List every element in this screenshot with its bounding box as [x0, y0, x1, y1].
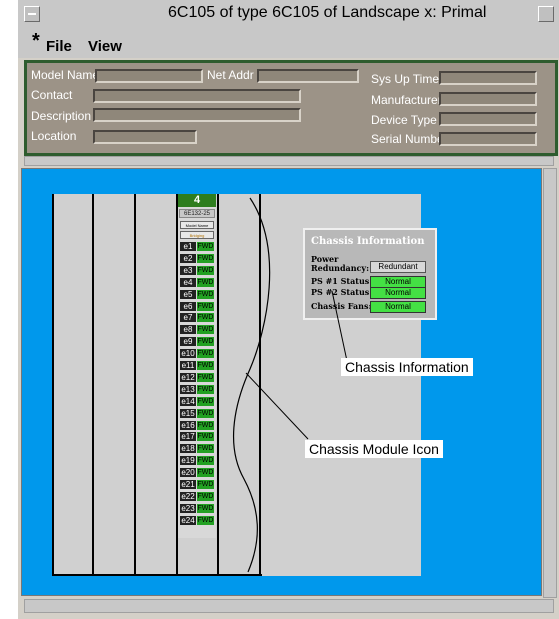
- device-info-panel: Model Name Net Addr Sys Up Time Contact …: [24, 60, 558, 156]
- sys-up-time-field: [439, 71, 537, 85]
- contact-label: Contact: [31, 88, 73, 102]
- modified-marker: *: [32, 30, 40, 52]
- device-type-label: Device Type: [371, 113, 437, 127]
- description-label: Description: [31, 109, 92, 123]
- net-addr-field: [257, 69, 359, 83]
- model-name-label: Model Name: [31, 68, 100, 82]
- menu-bar: * File View: [18, 28, 559, 58]
- manufacturer-label: Manufacturer: [371, 93, 442, 107]
- serial-number-field: [439, 132, 537, 146]
- device-type-field: [439, 112, 537, 126]
- callout-chassis-information: Chassis Information: [341, 358, 473, 376]
- callout-leader-lines: [233, 197, 348, 573]
- location-label: Location: [31, 129, 77, 143]
- callout-chassis-module-icon: Chassis Module Icon: [305, 440, 443, 458]
- maximize-icon[interactable]: [538, 6, 554, 22]
- panel-horizontal-scrollbar[interactable]: [24, 156, 554, 166]
- menu-file[interactable]: File: [46, 38, 72, 55]
- location-field: [93, 130, 197, 144]
- canvas-vertical-scrollbar[interactable]: [543, 168, 557, 598]
- contact-field: [93, 89, 301, 103]
- model-name-field: [95, 69, 203, 83]
- canvas-horizontal-scrollbar[interactable]: [24, 599, 554, 613]
- window-menu-icon[interactable]: [24, 6, 40, 22]
- title-bar[interactable]: 6C105 of type 6C105 of Landscape x: Prim…: [18, 0, 559, 29]
- sys-up-time-label: Sys Up Time: [371, 72, 440, 86]
- manufacturer-field: [439, 92, 537, 106]
- window-title: 6C105 of type 6C105 of Landscape x: Prim…: [168, 4, 487, 21]
- device-view-window: 6C105 of type 6C105 of Landscape x: Prim…: [18, 0, 559, 619]
- net-addr-label: Net Addr: [207, 68, 254, 82]
- chassis-canvas: 4 6E132-25 Model Name Bridging e1 FWD e2 FW…: [21, 168, 542, 596]
- description-field: [93, 108, 301, 122]
- menu-view[interactable]: View: [88, 38, 122, 55]
- serial-number-label: Serial Number: [371, 132, 448, 146]
